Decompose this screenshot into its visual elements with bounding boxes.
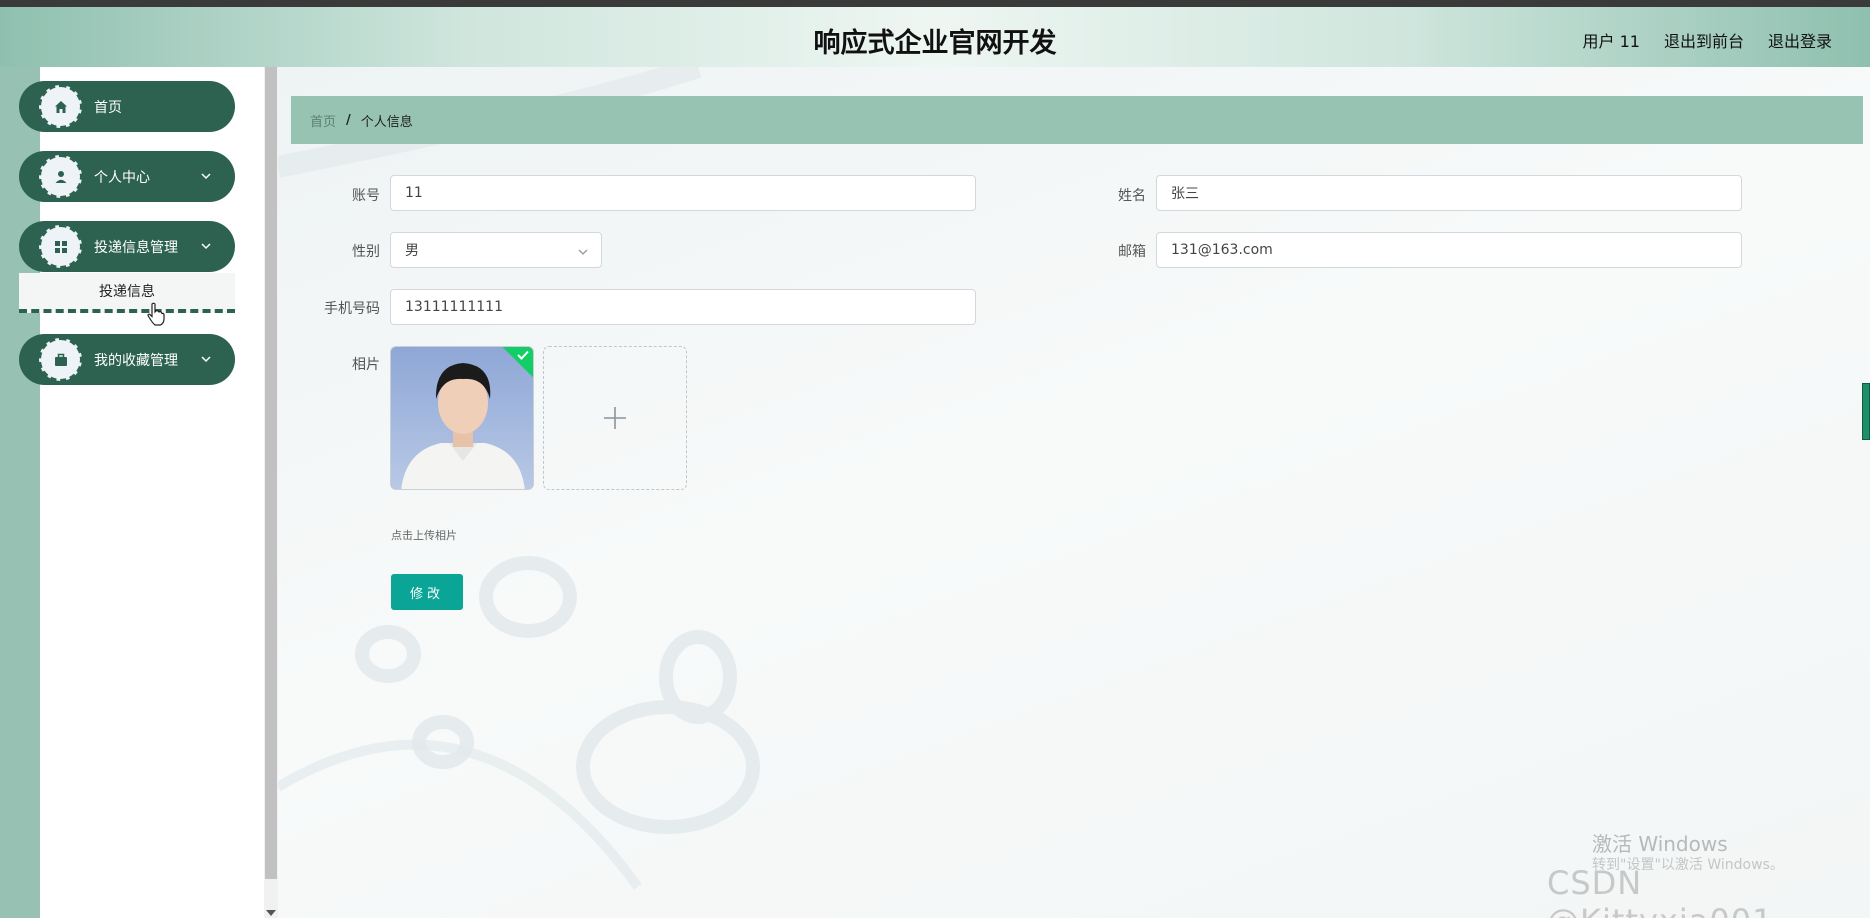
chevron-down-icon	[201, 173, 211, 180]
email-field[interactable]	[1156, 232, 1742, 268]
chevron-down-icon	[578, 249, 588, 255]
account-label: 账号	[352, 188, 380, 204]
sidebar-item-label: 我的收藏管理	[94, 352, 178, 369]
uploaded-photo[interactable]	[390, 346, 534, 490]
sidebar-item-home[interactable]: 首页	[19, 81, 235, 132]
briefcase-icon	[39, 338, 82, 381]
chevron-down-icon	[201, 356, 211, 363]
gender-label: 性别	[352, 244, 380, 260]
back-to-front-link[interactable]: 退出到前台	[1664, 28, 1744, 52]
sidebar-item-label: 个人中心	[94, 169, 150, 186]
breadcrumb-home[interactable]: 首页	[310, 111, 336, 130]
sidebar-item-label: 投递信息管理	[94, 239, 178, 256]
window-top-strip	[0, 0, 1870, 7]
main-content: 首页 / 个人信息 账号 姓名 性别 男 邮箱 手机号码 相片 点击上传相片 修…	[278, 67, 1870, 918]
name-field[interactable]	[1156, 175, 1742, 211]
header-links: 用户 11 退出到前台 退出登录	[1583, 28, 1832, 52]
portrait-image	[391, 347, 533, 489]
breadcrumb-current: 个人信息	[360, 114, 413, 130]
submenu-item-label: 投递信息	[99, 284, 155, 300]
sidebar-item-label: 首页	[94, 99, 122, 116]
photo-upload-button[interactable]	[543, 346, 687, 490]
scrollbar-thumb[interactable]	[265, 67, 277, 879]
floating-side-tab[interactable]	[1862, 383, 1870, 440]
chevron-down-icon	[201, 243, 211, 250]
upload-hint: 点击上传相片	[391, 529, 457, 542]
sidebar-scrollbar[interactable]	[264, 67, 278, 918]
breadcrumb: 首页 / 个人信息	[291, 96, 1863, 144]
windows-activation-title: 激活 Windows	[1592, 832, 1728, 856]
gender-selected-value: 男	[405, 243, 419, 259]
sidebar-item-personal-center[interactable]: 个人中心	[19, 151, 235, 202]
user-icon	[39, 155, 82, 198]
scroll-down-arrow-icon[interactable]	[266, 910, 276, 916]
plus-icon	[604, 407, 626, 429]
submit-button[interactable]: 修改	[391, 574, 463, 610]
hand-cursor-icon	[147, 302, 165, 326]
breadcrumb-separator: /	[346, 112, 351, 128]
current-user-link[interactable]: 用户 11	[1583, 28, 1640, 52]
submenu-item-delivery-info[interactable]: 投递信息	[19, 273, 235, 313]
grid-icon	[39, 225, 82, 268]
csdn-watermark: CSDN @Kittyxia001	[1547, 864, 1772, 918]
gender-select[interactable]: 男	[390, 232, 602, 268]
sidebar-item-favorites-management[interactable]: 我的收藏管理	[19, 334, 235, 385]
phone-field[interactable]	[390, 289, 976, 325]
photo-label: 相片	[352, 357, 380, 373]
email-label: 邮箱	[1118, 244, 1146, 260]
check-icon	[517, 350, 529, 360]
name-label: 姓名	[1118, 188, 1146, 204]
top-header: 响应式企业官网开发 用户 11 退出到前台 退出登录	[0, 7, 1870, 67]
sidebar-item-delivery-management[interactable]: 投递信息管理	[19, 221, 235, 272]
phone-label: 手机号码	[324, 301, 380, 317]
logout-link[interactable]: 退出登录	[1768, 28, 1832, 52]
home-icon	[39, 85, 82, 128]
account-field[interactable]	[390, 175, 976, 211]
